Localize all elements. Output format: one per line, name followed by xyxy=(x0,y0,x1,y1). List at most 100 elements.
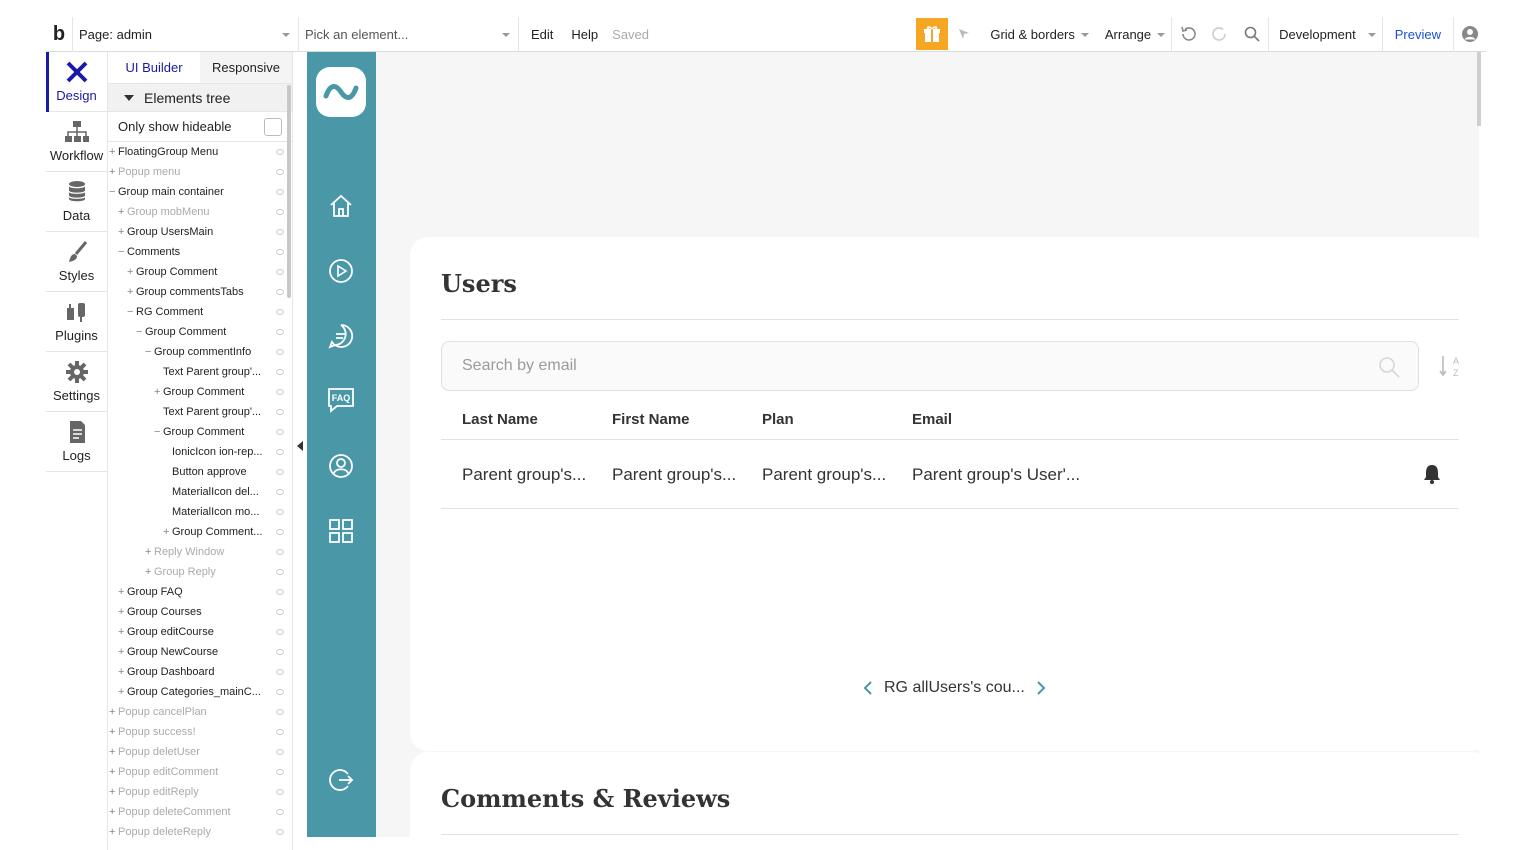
eye-icon[interactable] xyxy=(276,729,284,735)
eye-icon[interactable] xyxy=(276,289,284,295)
expand-icon[interactable]: + xyxy=(127,262,136,282)
nav-settings[interactable]: Settings xyxy=(46,352,107,412)
collapse-icon[interactable]: − xyxy=(127,302,136,322)
tree-item[interactable]: + Popup success! xyxy=(108,722,292,742)
expand-icon[interactable]: + xyxy=(127,282,136,302)
tree-item[interactable]: MaterialIcon del... xyxy=(108,482,292,502)
expand-icon[interactable]: + xyxy=(145,542,154,562)
eye-icon[interactable] xyxy=(276,569,284,575)
tree-item[interactable]: + Group commentsTabs xyxy=(108,282,292,302)
bell-icon[interactable] xyxy=(1421,463,1443,485)
eye-icon[interactable] xyxy=(276,369,284,375)
expand-icon[interactable]: + xyxy=(163,522,172,542)
preview-link[interactable]: Preview xyxy=(1383,17,1453,52)
bubble-logo[interactable]: b xyxy=(46,17,72,52)
nav-logs[interactable]: Logs xyxy=(46,412,107,472)
eye-icon[interactable] xyxy=(276,589,284,595)
tree-item[interactable]: + Popup editReply xyxy=(108,782,292,802)
eye-icon[interactable] xyxy=(276,829,284,835)
eye-icon[interactable] xyxy=(276,189,284,195)
eye-icon[interactable] xyxy=(276,349,284,355)
tree-item[interactable]: + Group UsersMain xyxy=(108,222,292,242)
tree-item[interactable]: − Group Comment xyxy=(108,322,292,342)
gift-button[interactable] xyxy=(916,18,949,50)
expand-icon[interactable]: + xyxy=(109,822,118,842)
tree-item[interactable]: Text Parent group'... xyxy=(108,362,292,382)
expand-icon[interactable]: + xyxy=(118,682,127,702)
tree-item[interactable]: + FloatingGroup Menu xyxy=(108,142,292,162)
logout-nav[interactable] xyxy=(327,766,355,794)
play-nav[interactable] xyxy=(327,257,355,285)
tree-item[interactable]: + Group Comment xyxy=(108,382,292,402)
tree-item[interactable]: MaterialIcon mo... xyxy=(108,502,292,522)
profile-nav[interactable] xyxy=(327,452,355,480)
eye-icon[interactable] xyxy=(276,269,284,275)
home-nav[interactable] xyxy=(327,192,355,220)
expand-icon[interactable]: + xyxy=(109,162,118,182)
canvas-scrollbar[interactable] xyxy=(1477,52,1481,126)
tree-item[interactable]: + Popup deletUser xyxy=(108,742,292,762)
undo-button[interactable] xyxy=(1172,17,1204,52)
tree-item[interactable]: + Popup deleteReply xyxy=(108,822,292,842)
expand-icon[interactable]: + xyxy=(109,702,118,722)
tree-item[interactable]: + Group FAQ xyxy=(108,582,292,602)
faq-nav[interactable]: FAQ xyxy=(327,386,355,414)
eye-icon[interactable] xyxy=(276,409,284,415)
tree-item[interactable]: + Popup deleteComment xyxy=(108,802,292,822)
expand-icon[interactable]: + xyxy=(109,722,118,742)
tree-item[interactable]: − RG Comment xyxy=(108,302,292,322)
search-button[interactable] xyxy=(1236,17,1268,52)
eye-icon[interactable] xyxy=(276,749,284,755)
eye-icon[interactable] xyxy=(276,209,284,215)
expand-icon[interactable]: + xyxy=(109,142,118,162)
eye-icon[interactable] xyxy=(276,709,284,715)
expand-icon[interactable]: + xyxy=(118,602,127,622)
collapse-panel-icon[interactable] xyxy=(297,441,303,451)
eye-icon[interactable] xyxy=(276,389,284,395)
environment-dropdown[interactable]: Development xyxy=(1269,17,1382,52)
expand-icon[interactable]: + xyxy=(145,562,154,582)
page-select[interactable]: Page: admin xyxy=(72,16,298,52)
expand-icon[interactable]: + xyxy=(118,582,127,602)
sort-az-icon[interactable]: AZ xyxy=(1438,354,1460,378)
tree-item[interactable]: + Group Comment xyxy=(108,262,292,282)
tree-item[interactable]: + Group editCourse xyxy=(108,622,292,642)
tree-item[interactable]: + Group Courses xyxy=(108,602,292,622)
eye-icon[interactable] xyxy=(276,149,284,155)
collapse-icon[interactable]: − xyxy=(154,422,163,442)
expand-icon[interactable]: + xyxy=(109,762,118,782)
nav-data[interactable]: Data xyxy=(46,172,107,232)
expand-icon[interactable]: + xyxy=(118,622,127,642)
nav-design[interactable]: Design xyxy=(46,52,107,112)
redo-button[interactable] xyxy=(1204,17,1236,52)
expand-icon[interactable]: + xyxy=(118,642,127,662)
eye-icon[interactable] xyxy=(276,549,284,555)
collapse-icon[interactable]: − xyxy=(145,342,154,362)
tree-item[interactable]: + Group mobMenu xyxy=(108,202,292,222)
collapse-icon[interactable]: − xyxy=(109,182,118,202)
eye-icon[interactable] xyxy=(276,689,284,695)
arrange-dropdown[interactable]: Arrange xyxy=(1095,17,1171,52)
tree-item[interactable]: + Group NewCourse xyxy=(108,642,292,662)
expand-icon[interactable]: + xyxy=(118,222,127,242)
tree-item[interactable]: Text Parent group'... xyxy=(108,402,292,422)
expand-icon[interactable]: + xyxy=(118,202,127,222)
hideable-checkbox[interactable] xyxy=(264,118,282,136)
tree-item[interactable]: + Group Categories_mainC... xyxy=(108,682,292,702)
tree-item[interactable]: + Group Reply xyxy=(108,562,292,582)
collapse-icon[interactable]: − xyxy=(118,242,127,262)
chevron-left-icon[interactable] xyxy=(860,680,876,696)
edit-menu[interactable]: Edit xyxy=(519,17,565,52)
selector-tool[interactable] xyxy=(948,17,980,52)
eye-icon[interactable] xyxy=(276,169,284,175)
collapse-icon[interactable]: − xyxy=(136,322,145,342)
expand-icon[interactable]: + xyxy=(109,802,118,822)
eye-icon[interactable] xyxy=(276,529,284,535)
nav-workflow[interactable]: Workflow xyxy=(46,112,107,172)
eye-icon[interactable] xyxy=(276,489,284,495)
eye-icon[interactable] xyxy=(276,769,284,775)
eye-icon[interactable] xyxy=(276,629,284,635)
tree-item[interactable]: + Popup menu xyxy=(108,162,292,182)
eye-icon[interactable] xyxy=(276,669,284,675)
search-input[interactable] xyxy=(442,342,1418,390)
